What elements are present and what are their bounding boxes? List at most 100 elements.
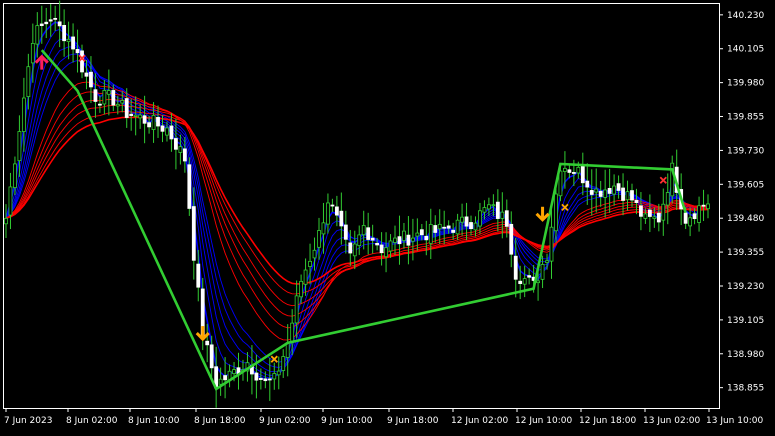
bull-candle [603,189,608,198]
bull-candle [455,219,460,235]
bull-candle [522,278,527,285]
bull-candle [151,115,156,130]
bear-candle [129,113,134,116]
y-tick-label: 138.855 [727,384,764,394]
bull-candle [66,38,71,42]
bear-candle [585,180,590,188]
bull-candle [317,230,321,248]
y-tick-label: 139.230 [727,282,764,292]
bull-candle [26,66,31,97]
bear-candle [57,21,62,27]
x-tick-label: 9 Jun 02:00 [259,416,311,426]
bull-candle [133,114,138,117]
bear-candle [191,206,196,261]
bear-candle [196,263,201,288]
bull-candle [285,342,290,358]
bear-candle [442,226,447,229]
bear-candle [84,72,89,77]
bull-candle [178,146,183,153]
bear-candle [639,205,643,217]
bear-candle [223,375,227,381]
price-chart[interactable]: 140.230 140.105 139.980 139.855 139.730 139.6… [0,0,775,432]
bear-candle [419,229,424,236]
bull-candle [102,89,107,105]
bear-candle [446,225,451,229]
bear-candle [379,244,384,254]
bear-candle [469,222,473,230]
x-tick-label: 9 Jun 18:00 [387,416,439,426]
bear-candle [433,225,438,233]
bull-candle [393,237,397,243]
bull-candle [540,263,545,280]
bull-candle [661,203,666,221]
x-tick-label: 13 Jun 10:00 [706,416,763,426]
y-tick-label: 139.105 [727,316,764,326]
x-tick-label: 7 Jun 2023 [4,416,52,426]
bull-candle [115,103,120,107]
chart-frame: 140.230 140.105 139.980 139.855 139.730 139.6… [0,0,775,432]
bull-candle [165,127,169,136]
bear-candle [89,71,93,88]
bull-candle [218,378,223,385]
x-tick-label: 12 Jun 02:00 [451,416,508,426]
bull-candle [460,216,464,223]
bear-candle [97,103,102,106]
x-tick-label: 8 Jun 10:00 [128,416,180,426]
bull-candle [13,163,17,188]
bull-candle [232,369,236,375]
y-tick-label: 140.105 [727,45,764,55]
x-tick-label: 8 Jun 02:00 [66,416,118,426]
x-tick-label: 12 Jun 18:00 [579,416,636,426]
bear-candle [71,36,75,50]
bull-candle [478,210,482,227]
bull-candle [138,114,143,119]
y-tick-label: 139.605 [727,180,764,190]
bear-candle [205,340,210,346]
bear-candle [589,190,594,195]
bear-candle [567,169,572,173]
bear-candle [53,17,58,20]
y-tick-label: 139.355 [727,248,764,258]
bear-candle [209,344,214,369]
bull-candle [402,230,406,242]
bull-candle [299,280,304,298]
bear-candle [424,235,429,241]
bear-candle [495,201,500,219]
bull-candle [357,234,362,246]
bear-candle [330,204,335,207]
bear-candle [160,125,165,132]
bear-candle [93,89,98,102]
bear-candle [267,378,272,381]
bull-candle [30,42,35,64]
x-tick-label: 8 Jun 18:00 [194,416,246,426]
bear-candle [187,164,192,209]
bull-candle [120,100,125,104]
bear-candle [343,224,348,240]
bull-candle [612,185,617,195]
bull-candle [17,131,22,162]
bear-candle [464,216,469,227]
x-tick-label: 9 Jun 10:00 [321,416,373,426]
bear-candle [647,209,652,217]
bear-candle [509,223,514,255]
bear-candle [580,164,585,184]
bear-candle [370,237,375,241]
bear-candle [62,24,67,42]
bull-candle [554,193,558,232]
bull-candle [697,205,701,223]
bull-candle [500,211,505,219]
bull-candle [652,216,657,219]
bull-candle [361,225,366,236]
x-tick-label: 13 Jun 02:00 [643,416,700,426]
bull-candle [428,224,433,244]
bull-candle [290,322,295,342]
y-tick-label: 138.980 [727,350,764,360]
bear-candle [518,280,523,285]
y-tick-label: 139.855 [727,113,764,123]
bear-candle [156,117,160,127]
bear-candle [527,275,532,278]
bull-candle [563,167,567,172]
bear-candle [616,183,621,191]
bear-candle [111,90,116,106]
bull-candle [665,192,670,206]
